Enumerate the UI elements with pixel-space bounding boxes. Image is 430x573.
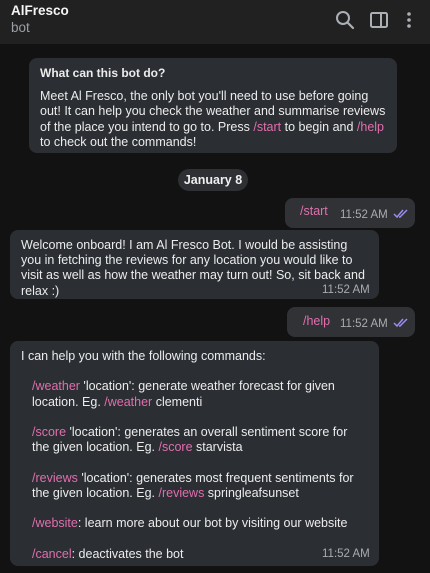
bot-description-text: Meet Al Fresco, the only bot you'll need… (40, 89, 386, 150)
chat-subtitle: bot (11, 20, 30, 35)
sidebar-toggle-icon[interactable] (368, 9, 390, 31)
more-vertical-icon[interactable] (398, 9, 420, 31)
command-example-arg: springleafsunset (204, 485, 299, 500)
outgoing-message-help[interactable]: /help 11:52 AM (287, 307, 415, 337)
message-text: Welcome onboard! I am Al Fresco Bot. I w… (21, 238, 365, 298)
command-cancel: /cancel: deactivates the bot (21, 547, 368, 562)
command-website: /website: learn more about our bot by vi… (21, 516, 368, 531)
outgoing-message-start[interactable]: /start 11:52 AM (285, 198, 415, 228)
website-command-link[interactable]: /website (32, 516, 78, 530)
message-command[interactable]: /help (303, 314, 330, 329)
score-command-link[interactable]: /score (32, 425, 66, 439)
bot-message-welcome[interactable]: Welcome onboard! I am Al Fresco Bot. I w… (10, 230, 379, 299)
reviews-example-command-link[interactable]: /reviews (158, 486, 204, 500)
command-example-arg: starvista (192, 440, 243, 455)
double-check-icon (393, 209, 408, 219)
message-time: 11:52 AM (322, 284, 370, 296)
message-time: 11:52 AM (322, 548, 370, 560)
command-reviews: /reviews 'location': generates most freq… (21, 471, 368, 501)
bot-description-title: What can this bot do? (40, 66, 166, 80)
command-weather: /weather 'location': generate weather fo… (21, 379, 368, 409)
search-icon[interactable] (334, 9, 356, 31)
start-command-link[interactable]: /start (253, 120, 281, 134)
score-example-command-link[interactable]: /score (158, 440, 192, 454)
message-time: 11:52 AM (340, 209, 388, 221)
chat-title[interactable]: AlFresco (11, 3, 69, 18)
command-score: /score 'location': generates an overall … (21, 425, 368, 455)
message-time: 11:52 AM (340, 318, 388, 330)
weather-command-link[interactable]: /weather (32, 379, 80, 393)
message-command[interactable]: /start (300, 204, 328, 219)
bot-description-card: What can this bot do? Meet Al Fresco, th… (29, 58, 397, 153)
description-text-part: to check out the commands! (40, 134, 197, 149)
help-command-link[interactable]: /help (357, 120, 384, 134)
command-example-arg: clementi (152, 394, 203, 409)
date-separator: January 8 (178, 169, 248, 191)
chat-area[interactable]: What can this bot do? Meet Al Fresco, th… (0, 44, 430, 573)
description-text-part: to begin and (281, 119, 357, 134)
chat-header: AlFresco bot (0, 0, 430, 44)
command-description: : deactivates the bot (71, 546, 184, 561)
reviews-command-link[interactable]: /reviews (32, 471, 78, 485)
cancel-command-link[interactable]: /cancel (32, 547, 72, 561)
bot-message-commands[interactable]: I can help you with the following comman… (10, 341, 379, 566)
command-description: : learn more about our bot by visiting o… (77, 516, 348, 531)
commands-intro: I can help you with the following comman… (21, 349, 266, 363)
weather-example-command-link[interactable]: /weather (104, 395, 152, 409)
double-check-icon (393, 318, 408, 328)
